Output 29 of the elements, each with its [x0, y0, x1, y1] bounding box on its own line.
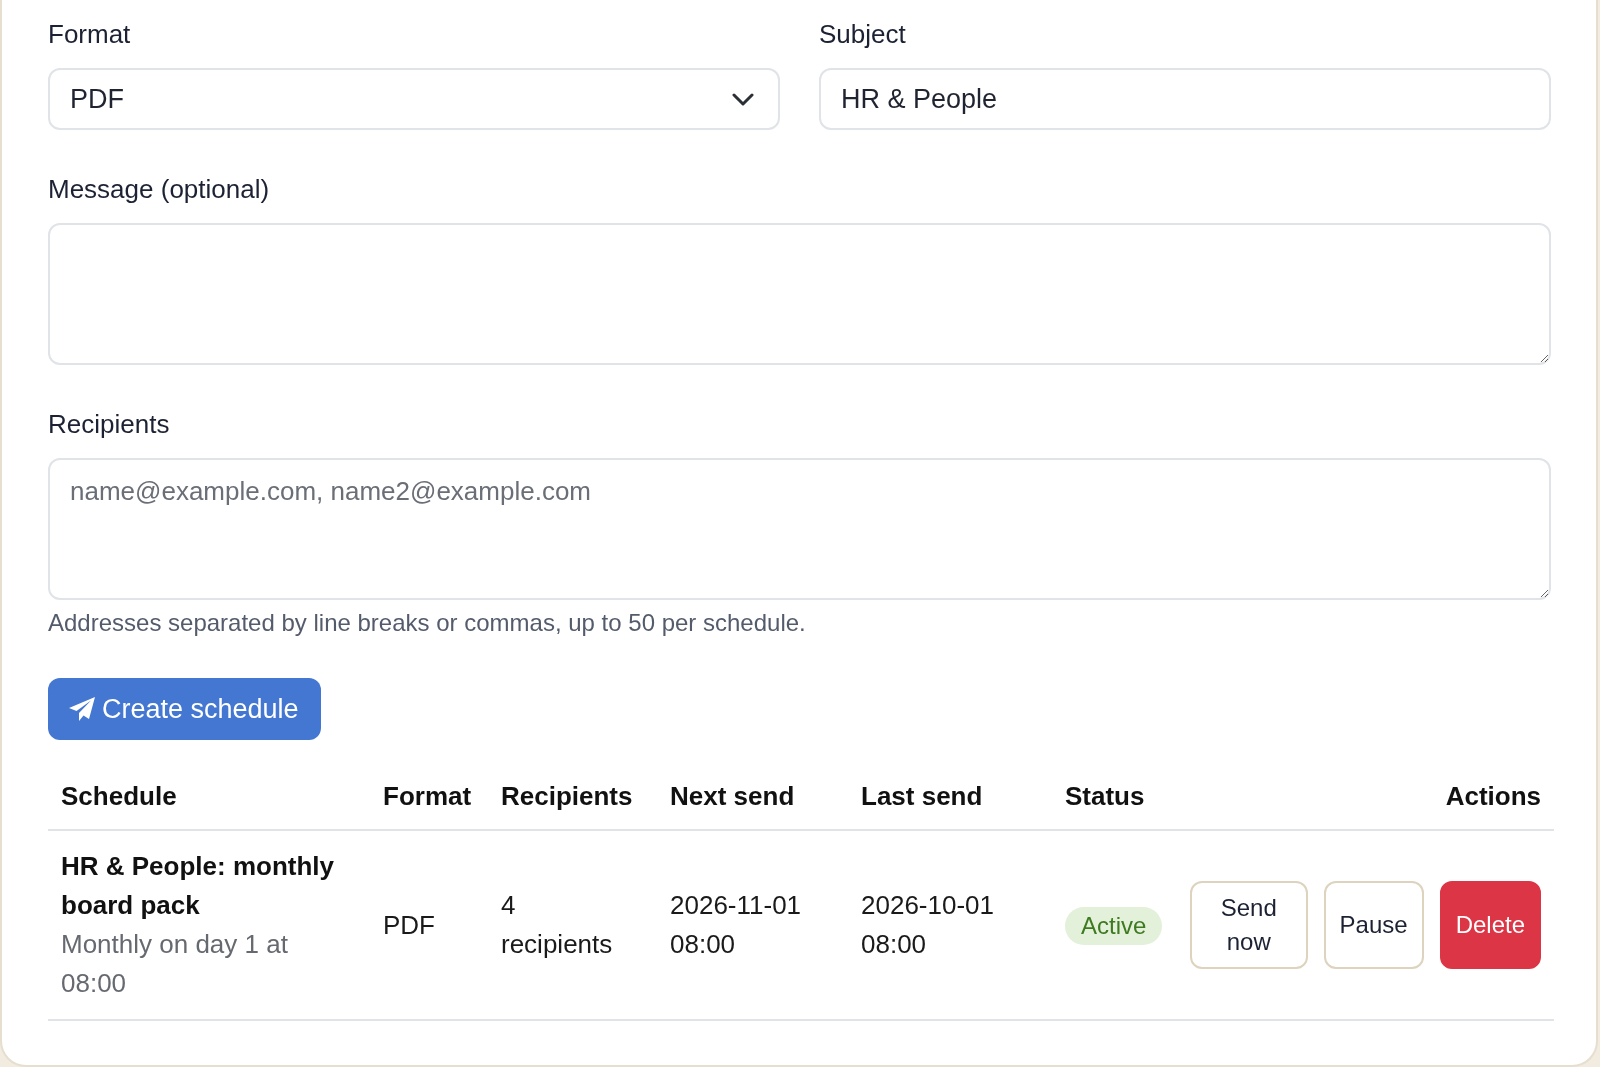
field-label: Subject [819, 18, 906, 51]
help-text: Addresses separated by line breaks or commas, up to 50 per schedule. [48, 608, 806, 638]
column-header: Actions [1177, 764, 1554, 830]
recipients-field[interactable]: name@example.com, name2@example.com [48, 458, 1551, 600]
schedule-title: HR & People: monthly board pack [61, 850, 335, 922]
action-button[interactable]: Send now [1190, 881, 1308, 969]
field-label: Format [48, 18, 131, 51]
format-select[interactable]: PDF [48, 68, 780, 130]
schedule-detail: Monthly on day 1 at 08:00 [61, 928, 289, 1000]
column-header: Status [1052, 764, 1177, 830]
create-schedule-button[interactable]: Create schedule [48, 678, 321, 740]
paper-plane-icon [68, 696, 96, 722]
action-button[interactable]: Pause [1323, 881, 1424, 969]
status-badge: Active [1065, 906, 1163, 945]
column-header: Format [370, 764, 488, 830]
table-cell: 2026-10-01 08:00 [848, 830, 1052, 1020]
table-cell: 2026-11-01 08:00 [657, 830, 848, 1020]
field-label: Message (optional) [48, 173, 270, 206]
column-header: Schedule [48, 764, 370, 830]
column-header: Recipients [488, 764, 657, 830]
message-field[interactable] [48, 223, 1551, 365]
column-header: Next send [657, 764, 848, 830]
subject-field[interactable]: HR & People [819, 68, 1551, 130]
table-cell: 4 recipients [488, 830, 657, 1020]
field-label: Recipients [48, 408, 170, 441]
action-button[interactable]: Delete [1439, 881, 1541, 969]
table-cell: PDF [370, 830, 488, 1020]
chevron-down-icon [732, 92, 754, 106]
column-header: Last send [848, 764, 1052, 830]
